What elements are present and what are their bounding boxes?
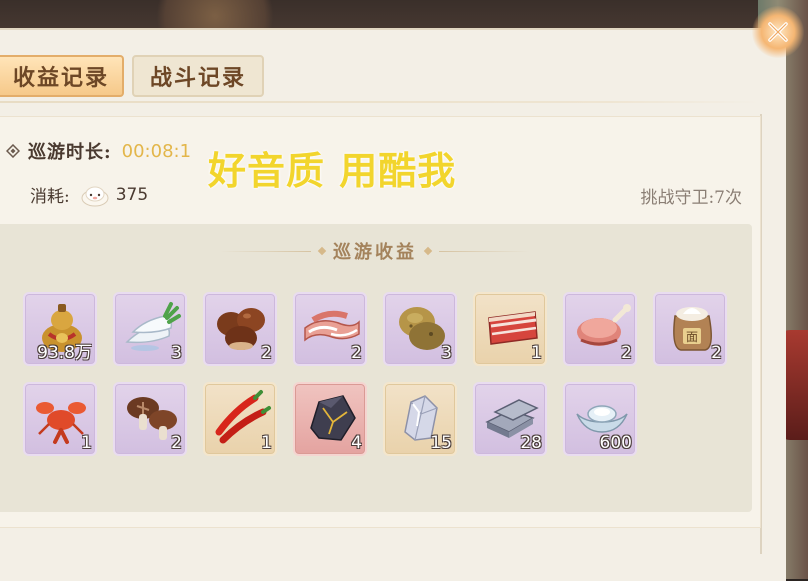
reward-item[interactable]: 1 [203, 382, 277, 456]
rewards-title: 巡游收益 [333, 242, 417, 263]
ornament-line-left [220, 250, 311, 252]
duration-value: 00:08:1 [121, 140, 192, 162]
item-quantity: 1 [261, 433, 272, 453]
ornament-dot-left [317, 246, 327, 256]
item-quantity: 3 [441, 343, 452, 363]
close-button[interactable] [752, 6, 804, 58]
item-quantity: 2 [711, 343, 722, 363]
close-icon [768, 22, 788, 42]
item-quantity: 2 [261, 343, 272, 363]
item-quantity: 2 [351, 343, 362, 363]
item-quantity: 28 [520, 433, 542, 453]
item-quantity: 4 [351, 433, 362, 453]
reward-item[interactable]: 28 [473, 382, 547, 456]
cost-label: 消耗: [30, 187, 70, 207]
reward-item[interactable]: 2 [203, 292, 277, 366]
item-quantity: 600 [599, 433, 632, 453]
item-quantity: 1 [531, 343, 542, 363]
item-quantity: 93.8万 [37, 343, 92, 363]
rewards-area [0, 224, 752, 512]
reward-item[interactable]: 3 [113, 292, 187, 366]
item-quantity: 1 [81, 433, 92, 453]
reward-item[interactable]: 93.8万 [23, 292, 97, 366]
ornament-dot-right [423, 246, 433, 256]
item-quantity: 3 [171, 343, 182, 363]
steamed-bun-icon [81, 186, 109, 206]
tab-divider [0, 101, 760, 103]
duration-row: 巡游时长: 00:08:1 [6, 138, 191, 164]
item-quantity: 2 [171, 433, 182, 453]
reward-item[interactable]: 1 [23, 382, 97, 456]
svg-text:面: 面 [686, 330, 698, 344]
cost-row: 消耗: 375 [30, 182, 149, 208]
reward-item[interactable]: 1 [473, 292, 547, 366]
item-quantity: 2 [621, 343, 632, 363]
reward-item[interactable]: 4 [293, 382, 367, 456]
item-quantity: 15 [430, 433, 452, 453]
reward-item[interactable]: 面 2 [653, 292, 727, 366]
reward-item[interactable]: 3 [383, 292, 457, 366]
reward-item[interactable]: 2 [293, 292, 367, 366]
tab-battle-record[interactable]: 战斗记录 [132, 55, 264, 97]
diamond-bullet-icon [6, 144, 20, 158]
tab-earnings-record[interactable]: 收益记录 [0, 55, 124, 97]
guard-challenge-count: 挑战守卫:7次 [640, 188, 742, 208]
watermark-text: 好音质 用酷我 [208, 149, 457, 193]
reward-item[interactable]: 600 [563, 382, 637, 456]
rewards-header: 巡游收益 [220, 238, 530, 264]
duration-label: 巡游时长: [28, 142, 112, 163]
ornament-line-right [439, 250, 530, 252]
reward-item[interactable]: 15 [383, 382, 457, 456]
reward-item[interactable]: 2 [563, 292, 637, 366]
reward-item[interactable]: 2 [113, 382, 187, 456]
cost-value: 375 [115, 184, 149, 205]
